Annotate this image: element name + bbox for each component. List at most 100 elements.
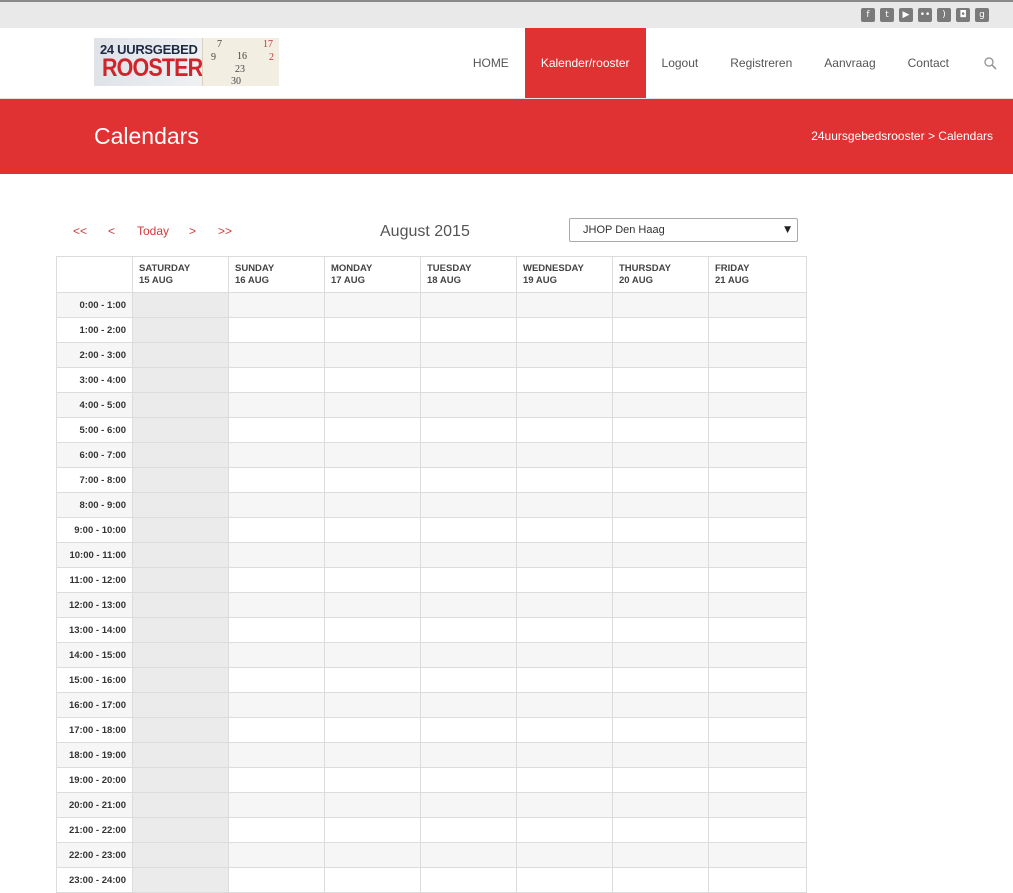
time-slot-cell[interactable] <box>324 342 421 368</box>
time-slot-cell[interactable] <box>420 817 517 843</box>
time-slot-cell[interactable] <box>516 867 613 893</box>
time-slot-cell[interactable] <box>324 492 421 518</box>
time-slot-cell[interactable] <box>132 442 229 468</box>
time-slot-cell[interactable] <box>132 667 229 693</box>
time-slot-cell[interactable] <box>420 392 517 418</box>
time-slot-cell[interactable] <box>516 842 613 868</box>
time-slot-cell[interactable] <box>612 667 709 693</box>
time-slot-cell[interactable] <box>420 417 517 443</box>
time-slot-cell[interactable] <box>228 567 325 593</box>
time-slot-cell[interactable] <box>612 842 709 868</box>
time-slot-cell[interactable] <box>516 317 613 343</box>
flickr-icon[interactable]: •• <box>918 8 932 22</box>
time-slot-cell[interactable] <box>516 667 613 693</box>
time-slot-cell[interactable] <box>420 442 517 468</box>
time-slot-cell[interactable] <box>612 542 709 568</box>
time-slot-cell[interactable] <box>420 667 517 693</box>
time-slot-cell[interactable] <box>132 817 229 843</box>
time-slot-cell[interactable] <box>708 617 807 643</box>
time-slot-cell[interactable] <box>516 392 613 418</box>
time-slot-cell[interactable] <box>420 467 517 493</box>
time-slot-cell[interactable] <box>612 567 709 593</box>
time-slot-cell[interactable] <box>132 542 229 568</box>
nav-home[interactable]: HOME <box>457 28 525 98</box>
time-slot-cell[interactable] <box>612 442 709 468</box>
time-slot-cell[interactable] <box>132 867 229 893</box>
time-slot-cell[interactable] <box>420 617 517 643</box>
today-button[interactable]: Today <box>137 224 169 238</box>
time-slot-cell[interactable] <box>132 342 229 368</box>
time-slot-cell[interactable] <box>420 642 517 668</box>
nav-registreren[interactable]: Registreren <box>714 28 808 98</box>
time-slot-cell[interactable] <box>612 467 709 493</box>
time-slot-cell[interactable] <box>708 817 807 843</box>
time-slot-cell[interactable] <box>516 442 613 468</box>
time-slot-cell[interactable] <box>324 467 421 493</box>
time-slot-cell[interactable] <box>132 392 229 418</box>
time-slot-cell[interactable] <box>228 517 325 543</box>
time-slot-cell[interactable] <box>228 292 325 318</box>
time-slot-cell[interactable] <box>516 817 613 843</box>
location-select[interactable]: JHOP Den Haag ▼ <box>569 218 798 242</box>
time-slot-cell[interactable] <box>708 317 807 343</box>
time-slot-cell[interactable] <box>516 592 613 618</box>
time-slot-cell[interactable] <box>420 867 517 893</box>
time-slot-cell[interactable] <box>420 317 517 343</box>
time-slot-cell[interactable] <box>612 617 709 643</box>
time-slot-cell[interactable] <box>420 742 517 768</box>
time-slot-cell[interactable] <box>708 467 807 493</box>
time-slot-cell[interactable] <box>612 792 709 818</box>
time-slot-cell[interactable] <box>132 692 229 718</box>
time-slot-cell[interactable] <box>612 367 709 393</box>
time-slot-cell[interactable] <box>516 492 613 518</box>
time-slot-cell[interactable] <box>420 592 517 618</box>
time-slot-cell[interactable] <box>708 442 807 468</box>
time-slot-cell[interactable] <box>324 792 421 818</box>
time-slot-cell[interactable] <box>708 792 807 818</box>
time-slot-cell[interactable] <box>228 742 325 768</box>
time-slot-cell[interactable] <box>708 392 807 418</box>
time-slot-cell[interactable] <box>324 867 421 893</box>
time-slot-cell[interactable] <box>612 692 709 718</box>
time-slot-cell[interactable] <box>132 492 229 518</box>
time-slot-cell[interactable] <box>708 567 807 593</box>
time-slot-cell[interactable] <box>324 817 421 843</box>
time-slot-cell[interactable] <box>324 742 421 768</box>
time-slot-cell[interactable] <box>324 767 421 793</box>
time-slot-cell[interactable] <box>612 517 709 543</box>
time-slot-cell[interactable] <box>516 367 613 393</box>
time-slot-cell[interactable] <box>228 542 325 568</box>
time-slot-cell[interactable] <box>132 417 229 443</box>
time-slot-cell[interactable] <box>132 467 229 493</box>
site-logo[interactable]: 24 UURSGEBED ROOSTER 7 17 9 16 2 23 30 <box>94 38 279 86</box>
time-slot-cell[interactable] <box>516 542 613 568</box>
youtube-icon[interactable]: ▶ <box>899 8 913 22</box>
time-slot-cell[interactable] <box>228 342 325 368</box>
time-slot-cell[interactable] <box>228 467 325 493</box>
time-slot-cell[interactable] <box>708 667 807 693</box>
next-button[interactable]: > <box>189 224 196 238</box>
time-slot-cell[interactable] <box>132 617 229 643</box>
time-slot-cell[interactable] <box>516 742 613 768</box>
time-slot-cell[interactable] <box>228 317 325 343</box>
time-slot-cell[interactable] <box>324 842 421 868</box>
time-slot-cell[interactable] <box>324 567 421 593</box>
time-slot-cell[interactable] <box>324 542 421 568</box>
time-slot-cell[interactable] <box>516 467 613 493</box>
time-slot-cell[interactable] <box>228 492 325 518</box>
time-slot-cell[interactable] <box>132 767 229 793</box>
time-slot-cell[interactable] <box>228 592 325 618</box>
time-slot-cell[interactable] <box>708 342 807 368</box>
time-slot-cell[interactable] <box>132 717 229 743</box>
time-slot-cell[interactable] <box>324 442 421 468</box>
time-slot-cell[interactable] <box>324 367 421 393</box>
time-slot-cell[interactable] <box>132 792 229 818</box>
time-slot-cell[interactable] <box>228 717 325 743</box>
time-slot-cell[interactable] <box>420 717 517 743</box>
time-slot-cell[interactable] <box>228 392 325 418</box>
time-slot-cell[interactable] <box>324 717 421 743</box>
first-button[interactable]: << <box>73 224 87 238</box>
time-slot-cell[interactable] <box>132 292 229 318</box>
time-slot-cell[interactable] <box>516 342 613 368</box>
time-slot-cell[interactable] <box>612 417 709 443</box>
